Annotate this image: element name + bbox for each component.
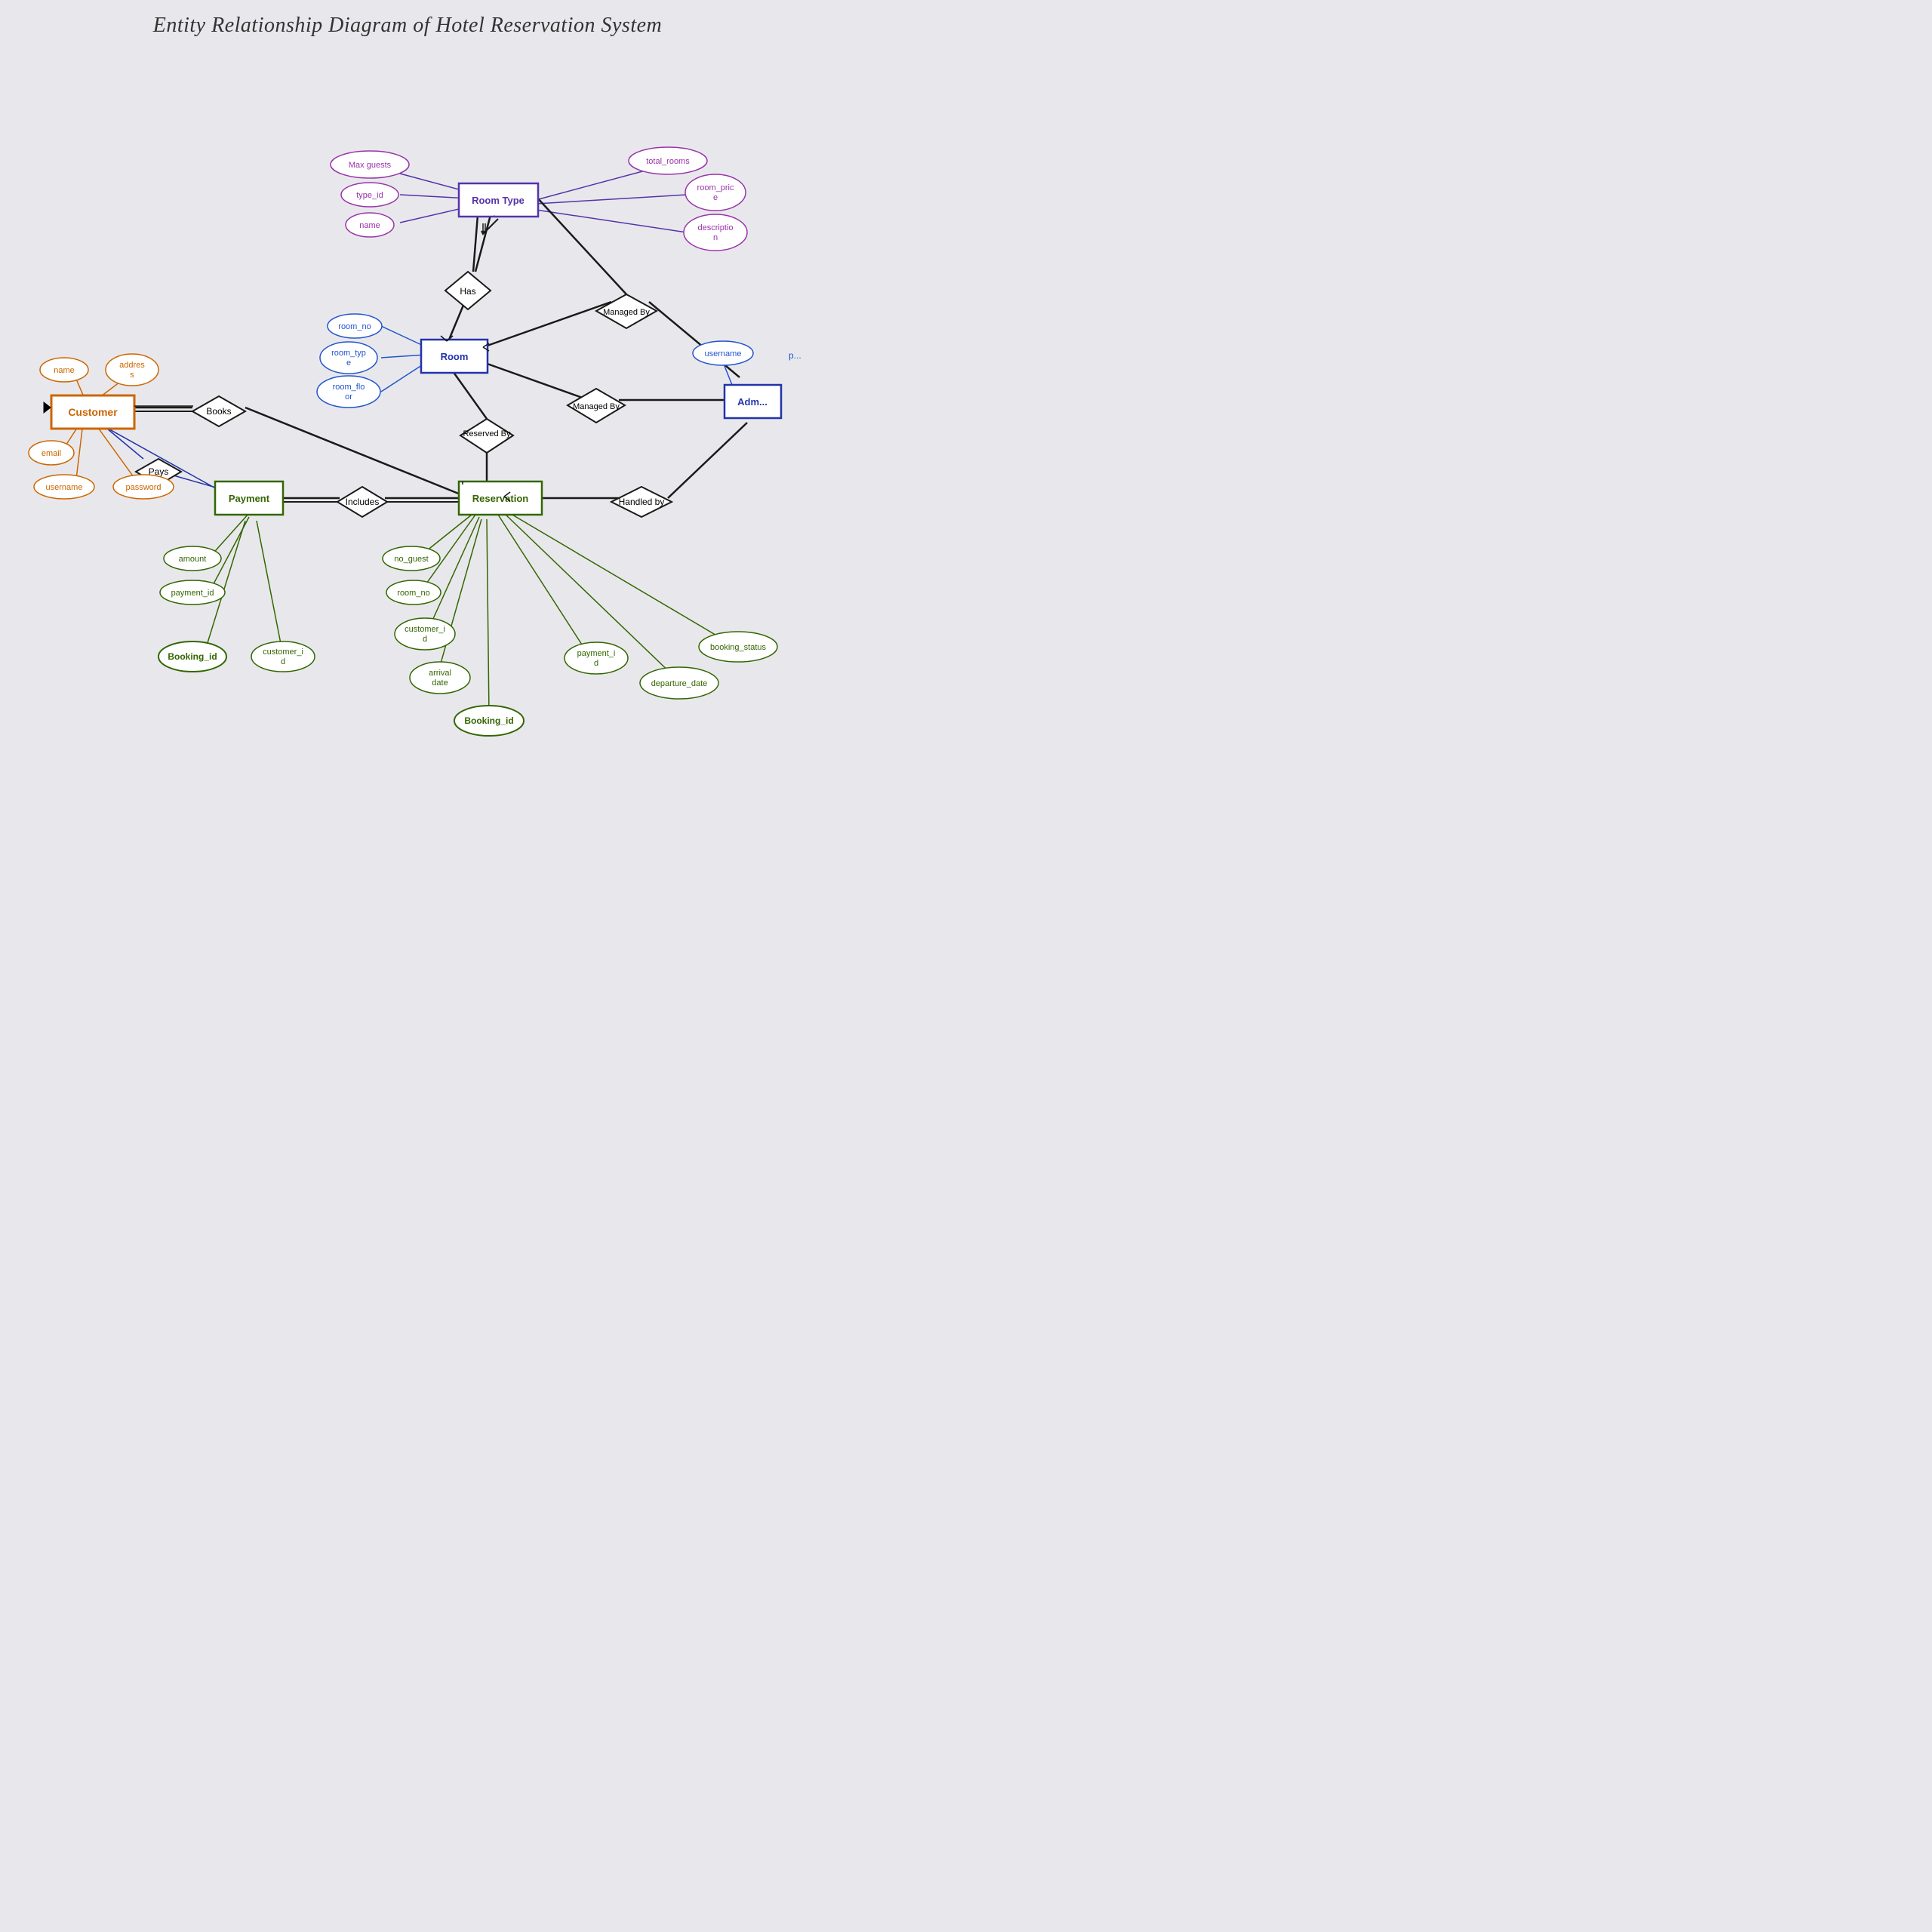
payment-label: Payment xyxy=(229,493,270,504)
room-type-attr-text2: e xyxy=(346,358,351,368)
departure-date-text: departure_date xyxy=(651,679,708,688)
books-label: Books xyxy=(206,406,231,417)
res-customer-id-text2: d xyxy=(423,635,427,644)
room-type-attr xyxy=(320,342,377,374)
customer-id-payment-text: customer_i xyxy=(263,648,303,657)
admin-p-attr: p... xyxy=(789,350,801,361)
amount-text: amount xyxy=(179,555,207,564)
no-guest-text: no_guest xyxy=(394,555,428,564)
room-label: Room xyxy=(441,351,469,362)
res-payment-id-text: payment_i xyxy=(577,649,616,658)
booking-id-payment-text: Booking_id xyxy=(168,651,217,662)
room-floor-text2: or xyxy=(345,392,352,401)
managed-by-top-label: Managed By xyxy=(603,308,650,317)
reserved-by-label: Reserved By xyxy=(463,429,511,438)
customer-label: Customer xyxy=(68,406,118,418)
type-id-text: type_id xyxy=(356,191,383,200)
res-booking-id-text: Booking_id xyxy=(464,715,513,726)
payment-id-text: payment_id xyxy=(171,589,214,598)
address-text2: s xyxy=(130,371,134,380)
address-attr xyxy=(106,354,158,386)
description-attr xyxy=(684,214,747,251)
arrival-date-text2: date xyxy=(432,678,448,688)
arrival-date-text: arrival xyxy=(429,669,451,678)
customer-arrow xyxy=(44,402,51,413)
room-type-attr-text: room_typ xyxy=(331,349,366,358)
email-text: email xyxy=(42,449,61,458)
res-payment-id-attr xyxy=(565,642,628,674)
has-label: Has xyxy=(460,286,475,297)
room-type-label: Room Type xyxy=(472,195,525,206)
res-payment-id-text2: d xyxy=(594,659,598,668)
room-price-text2: e xyxy=(713,193,718,202)
customer-id-payment-text2: d xyxy=(281,657,285,666)
customer-name-text: name xyxy=(54,366,75,375)
managed-by-mid-label: Managed By xyxy=(573,402,620,411)
admin-label: Adm... xyxy=(737,396,768,408)
includes-label: Includes xyxy=(346,497,380,507)
erd-svg: Room Type Room Customer Payment Reservat… xyxy=(0,0,815,815)
max-guests-text: Max guests xyxy=(349,161,392,170)
diagram-container: Entity Relationship Diagram of Hotel Res… xyxy=(0,0,815,815)
customer-id-payment-attr xyxy=(251,641,315,672)
res-customer-id-attr xyxy=(395,618,455,650)
room-no-text: room_no xyxy=(338,322,371,331)
res-room-no-text: room_no xyxy=(397,589,429,598)
room-type-name-text: name xyxy=(359,221,380,230)
admin-username-text: username xyxy=(705,349,742,358)
total-rooms-text: total_rooms xyxy=(646,157,690,166)
handled-by-label: Handled by xyxy=(619,497,665,507)
customer-username-text: username xyxy=(46,483,83,492)
res-customer-id-text: customer_i xyxy=(405,625,445,634)
address-text: addres xyxy=(119,361,145,370)
arrival-date-attr xyxy=(410,662,470,694)
room-price-text: room_pric xyxy=(697,183,734,192)
password-text: password xyxy=(125,483,161,492)
room-floor-text: room_flo xyxy=(333,383,365,392)
description-text: descriptio xyxy=(697,223,733,232)
room-price-attr xyxy=(685,174,746,211)
booking-status-text: booking_status xyxy=(710,643,766,652)
description-text2: n xyxy=(713,233,718,242)
room-floor-attr xyxy=(317,376,380,408)
reservation-label: Reservation xyxy=(472,493,528,504)
